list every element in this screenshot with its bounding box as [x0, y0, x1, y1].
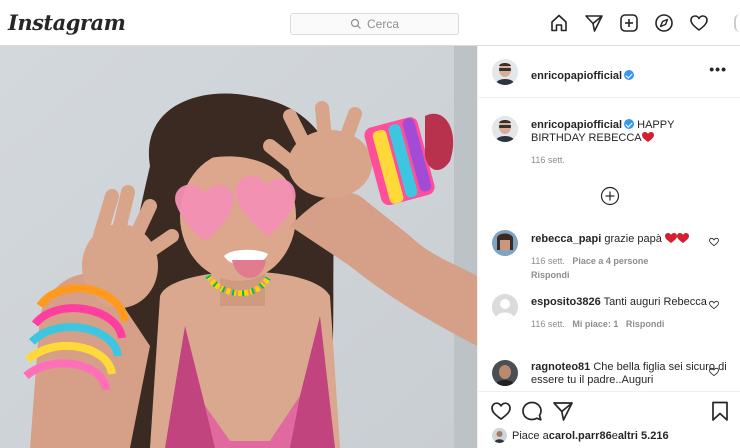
comment-time: 116 sett. [531, 319, 565, 329]
comment-text: Tanti auguri Rebecca [603, 296, 707, 308]
likes-prefix: Piace a [512, 429, 549, 442]
home-icon[interactable] [549, 13, 569, 33]
author-username[interactable]: enricopapiofficial [531, 70, 622, 82]
comment-username[interactable]: esposito3826 [531, 296, 601, 308]
load-more-comments-icon[interactable] [600, 186, 620, 206]
likes-summary: Piace a carol.parr86 e altri 5.216 [492, 428, 669, 443]
caption: enricopapiofficial HAPPY BIRTHDAY REBECC… [531, 119, 727, 167]
post-details-panel: enricopapiofficial ••• enricopapiofficia… [477, 46, 740, 448]
comment-icon[interactable] [521, 400, 543, 422]
comment-text: grazie papà [604, 233, 662, 245]
like-comment-heart-icon[interactable] [709, 300, 719, 310]
caption-username[interactable]: enricopapiofficial [531, 119, 622, 131]
comment-item: rebecca_papi grazie papà 116 sett. Piace… [531, 233, 727, 282]
red-heart-emoji-icon [641, 132, 654, 142]
comment-avatar[interactable] [492, 360, 518, 386]
author-avatar[interactable] [492, 59, 518, 85]
comment-username[interactable]: ragnoteo81 [531, 361, 590, 373]
comment-username[interactable]: rebecca_papi [531, 233, 601, 245]
like-comment-heart-icon[interactable] [709, 367, 719, 377]
post-header: enricopapiofficial ••• [478, 46, 740, 98]
post-image[interactable] [0, 46, 477, 448]
direct-icon[interactable] [584, 13, 604, 33]
explore-icon[interactable] [654, 13, 674, 33]
comment-likes[interactable]: Mi piace: 1 [572, 319, 618, 329]
comment-item: esposito3826 Tanti auguri Rebecca 116 se… [531, 296, 727, 331]
verified-badge-icon [624, 70, 635, 80]
more-options-icon[interactable]: ••• [709, 61, 727, 77]
comment-likes[interactable]: Piace a 4 persone [572, 256, 648, 266]
like-heart-icon[interactable] [490, 400, 512, 422]
red-heart-emoji-icon [664, 233, 677, 243]
like-comment-heart-icon[interactable] [709, 237, 719, 247]
reply-button[interactable]: Rispondi [531, 270, 570, 280]
profile-avatar-edge[interactable] [734, 14, 740, 32]
top-navigation-bar: Instagram Cerca [0, 0, 740, 46]
photo-illustration [0, 46, 477, 448]
caption-verified-badge-icon [624, 119, 635, 129]
search-icon [350, 18, 361, 29]
comment-avatar[interactable] [492, 230, 518, 256]
comment-avatar-default[interactable] [492, 294, 518, 320]
liker-avatar[interactable] [492, 428, 507, 443]
activity-heart-icon[interactable] [689, 13, 709, 33]
liker-username[interactable]: carol.parr86 [549, 430, 612, 442]
caption-time: 116 sett. [531, 155, 565, 165]
red-heart-emoji-icon [676, 233, 689, 243]
search-input[interactable]: Cerca [290, 13, 459, 35]
share-icon[interactable] [552, 400, 574, 422]
comment-time: 116 sett. [531, 256, 565, 266]
likes-others-link[interactable]: altri 5.216 [618, 430, 669, 442]
post-actions-bar: Piace a carol.parr86 e altri 5.216 [478, 391, 740, 448]
instagram-logo[interactable]: Instagram [8, 10, 126, 35]
reply-button[interactable]: Rispondi [626, 319, 665, 329]
save-bookmark-icon[interactable] [709, 400, 731, 422]
caption-author-avatar[interactable] [492, 116, 518, 142]
new-post-icon[interactable] [619, 13, 639, 33]
comment-item: ragnoteo81 Che bella figlia sei sicuro d… [531, 361, 727, 387]
search-placeholder: Cerca [366, 17, 399, 31]
